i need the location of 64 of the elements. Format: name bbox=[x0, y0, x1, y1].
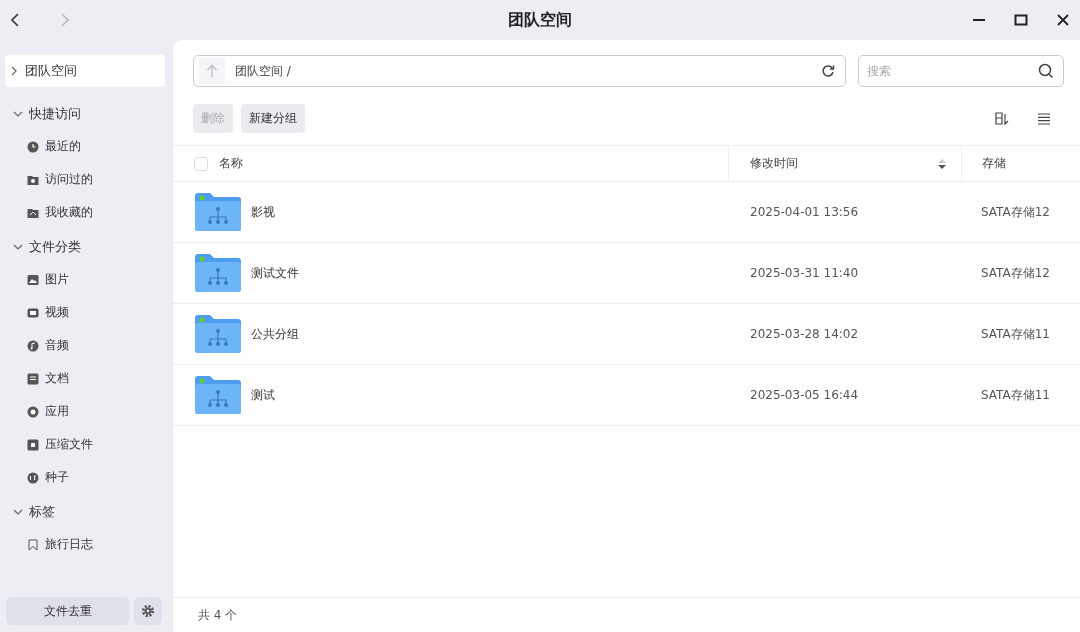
sidebar-item[interactable]: 旅行日志 bbox=[5, 528, 165, 561]
window-title: 团队空间 bbox=[508, 9, 572, 31]
sidebar-item[interactable]: 我收藏的 bbox=[5, 196, 165, 229]
sidebar-item[interactable]: 最近的 bbox=[5, 130, 165, 163]
category-icon bbox=[27, 306, 39, 319]
storage-name: SATA存储11 bbox=[980, 325, 1051, 343]
gear-icon bbox=[141, 604, 155, 618]
item-count: 共 4 个 bbox=[198, 606, 238, 624]
storage-name: SATA存储12 bbox=[980, 203, 1051, 221]
column-settings-icon[interactable] bbox=[994, 110, 1010, 127]
action-button[interactable]: 新建分组 bbox=[241, 104, 305, 133]
sidebar-item[interactable]: 种子 bbox=[5, 461, 165, 494]
modified-time: 2025-03-28 14:02 bbox=[749, 327, 860, 341]
search-field[interactable]: 搜索 bbox=[858, 55, 1064, 87]
bookmark-icon bbox=[27, 538, 39, 551]
sort-icon[interactable] bbox=[937, 157, 947, 170]
section-header[interactable]: 文件分类 bbox=[5, 230, 165, 263]
refresh-icon[interactable] bbox=[821, 64, 835, 78]
list-view-icon[interactable] bbox=[1036, 110, 1052, 127]
modified-time: 2025-03-05 16:44 bbox=[749, 388, 860, 402]
column-header[interactable]: 存储 bbox=[982, 155, 1006, 172]
sidebar-item[interactable]: 压缩文件 bbox=[5, 428, 165, 461]
sidebar-item[interactable]: 文档 bbox=[5, 362, 165, 395]
category-icon bbox=[27, 372, 39, 385]
close-icon[interactable] bbox=[1056, 13, 1070, 27]
category-icon bbox=[27, 173, 39, 186]
shared-folder-icon bbox=[194, 253, 242, 293]
shared-folder-icon bbox=[194, 314, 242, 354]
select-all-checkbox[interactable] bbox=[194, 156, 208, 171]
chevron-icon bbox=[9, 66, 19, 76]
category-icon bbox=[27, 339, 39, 352]
storage-name: SATA存储11 bbox=[980, 386, 1051, 404]
file-name[interactable]: 影视 bbox=[251, 203, 275, 221]
sidebar-item[interactable]: 应用 bbox=[5, 395, 165, 428]
dedup-button[interactable]: 文件去重 bbox=[6, 597, 129, 625]
column-header[interactable]: 名称 bbox=[219, 155, 243, 172]
file-name[interactable]: 测试文件 bbox=[251, 264, 299, 282]
category-icon bbox=[27, 471, 39, 484]
sidebar-item[interactable]: 视频 bbox=[5, 296, 165, 329]
path-text: 团队空间 / bbox=[235, 62, 292, 80]
shared-folder-icon bbox=[194, 192, 242, 232]
section-header[interactable]: 快捷访问 bbox=[5, 97, 165, 130]
category-icon bbox=[27, 206, 39, 219]
category-icon bbox=[27, 273, 39, 286]
modified-time: 2025-03-31 11:40 bbox=[749, 266, 860, 280]
sidebar-item[interactable]: 团队空间 bbox=[5, 55, 165, 87]
category-icon bbox=[27, 438, 39, 451]
sidebar-item[interactable]: 音频 bbox=[5, 329, 165, 362]
sidebar-item[interactable]: 访问过的 bbox=[5, 163, 165, 196]
storage-name: SATA存储12 bbox=[980, 264, 1051, 282]
column-header[interactable]: 修改时间 bbox=[750, 155, 798, 172]
file-name[interactable]: 测试 bbox=[251, 386, 275, 404]
maximize-icon[interactable] bbox=[1014, 13, 1028, 27]
sidebar-item[interactable]: 图片 bbox=[5, 263, 165, 296]
file-name[interactable]: 公共分组 bbox=[251, 325, 299, 343]
settings-button[interactable] bbox=[134, 597, 162, 625]
search-icon[interactable] bbox=[1038, 63, 1054, 79]
modified-time: 2025-04-01 13:56 bbox=[749, 205, 860, 219]
section-header[interactable]: 标签 bbox=[5, 495, 165, 528]
category-icon bbox=[27, 140, 39, 153]
shared-folder-icon bbox=[194, 375, 242, 415]
up-arrow-icon bbox=[206, 64, 218, 78]
category-icon bbox=[27, 405, 39, 418]
address-bar[interactable]: 团队空间 / bbox=[193, 55, 846, 87]
